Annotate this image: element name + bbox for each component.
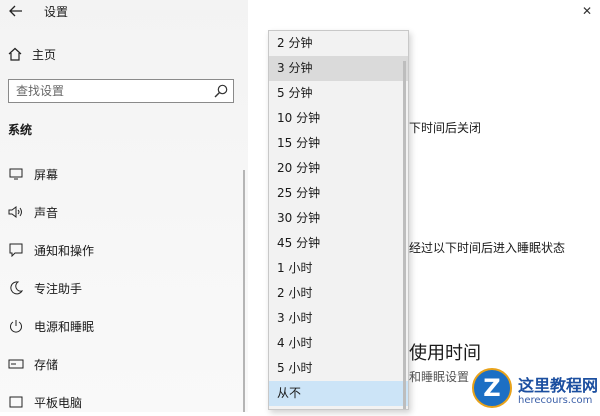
dropdown-scrollbar[interactable] (403, 61, 406, 409)
dropdown-option-selected[interactable]: 从不 (269, 381, 408, 406)
home-label: 主页 (32, 47, 57, 62)
back-button[interactable] (6, 1, 26, 21)
search-input[interactable] (16, 83, 206, 99)
screen-off-label: 下时间后关闭 (409, 121, 482, 135)
sleep-label: 经过以下时间后进入睡眠状态 (409, 241, 566, 255)
sidebar-item-focus-assist[interactable]: 专注助手 (0, 274, 240, 302)
dropdown-option[interactable]: 5 小时 (269, 356, 408, 381)
sidebar-item-notifications[interactable]: 通知和操作 (0, 236, 240, 264)
dropdown-option[interactable]: 2 分钟 (269, 31, 408, 56)
dropdown-option[interactable]: 10 分钟 (269, 106, 408, 131)
dropdown-option[interactable]: 15 分钟 (269, 131, 408, 156)
storage-icon (8, 356, 24, 372)
speaker-icon (8, 204, 24, 220)
watermark-badge: Z (472, 368, 512, 408)
back-arrow-icon (9, 5, 22, 17)
tablet-icon (8, 394, 24, 410)
section-label-system: 系统 (8, 123, 33, 137)
timeout-dropdown-list[interactable]: 2 分钟 3 分钟 5 分钟 10 分钟 15 分钟 20 分钟 25 分钟 3… (268, 30, 409, 410)
sidebar-scrollbar[interactable] (243, 170, 245, 412)
home-icon (8, 47, 22, 61)
window-title: 设置 (44, 5, 69, 19)
sidebar-item-home[interactable]: 主页 (8, 44, 56, 64)
usage-subtext: 和睡眠设置 (409, 370, 470, 384)
dropdown-option[interactable]: 3 小时 (269, 306, 408, 331)
search-icon[interactable] (213, 83, 229, 99)
sidebar-item-label: 通知和操作 (34, 243, 95, 258)
notification-icon (8, 242, 24, 258)
sidebar: 设置 主页 系统 屏幕 声音 通知和操作 专注助手 (0, 0, 248, 412)
sidebar-item-power-sleep[interactable]: 电源和睡眠 (0, 312, 240, 340)
usage-heading: 使用时间 (409, 343, 481, 364)
sidebar-item-label: 电源和睡眠 (34, 319, 95, 334)
watermark-logo: Z 这里教程网 herecours.com (470, 364, 600, 412)
dropdown-option[interactable]: 4 小时 (269, 331, 408, 356)
dropdown-option[interactable]: 1 小时 (269, 256, 408, 281)
close-button[interactable]: ✕ (582, 4, 592, 18)
power-icon (8, 318, 24, 334)
sidebar-item-sound[interactable]: 声音 (0, 198, 240, 226)
sidebar-item-display[interactable]: 屏幕 (0, 160, 240, 188)
search-box[interactable] (8, 79, 234, 103)
dropdown-option[interactable]: 5 分钟 (269, 81, 408, 106)
dropdown-option[interactable]: 20 分钟 (269, 156, 408, 181)
dropdown-option[interactable]: 45 分钟 (269, 231, 408, 256)
moon-icon (8, 280, 24, 296)
dropdown-option[interactable]: 2 小时 (269, 281, 408, 306)
dropdown-option[interactable]: 25 分钟 (269, 181, 408, 206)
watermark-title: 这里教程网 (518, 376, 599, 395)
sidebar-item-label: 屏幕 (34, 167, 59, 182)
sidebar-item-label: 专注助手 (34, 281, 83, 296)
sidebar-item-label: 平板电脑 (34, 395, 83, 410)
watermark-url: herecours.com (518, 395, 593, 406)
sidebar-item-label: 存储 (34, 357, 59, 372)
sidebar-item-storage[interactable]: 存储 (0, 350, 240, 378)
monitor-icon (8, 166, 24, 182)
sidebar-item-label: 声音 (34, 205, 59, 220)
dropdown-option[interactable]: 3 分钟 (269, 56, 408, 81)
dropdown-option[interactable]: 30 分钟 (269, 206, 408, 231)
